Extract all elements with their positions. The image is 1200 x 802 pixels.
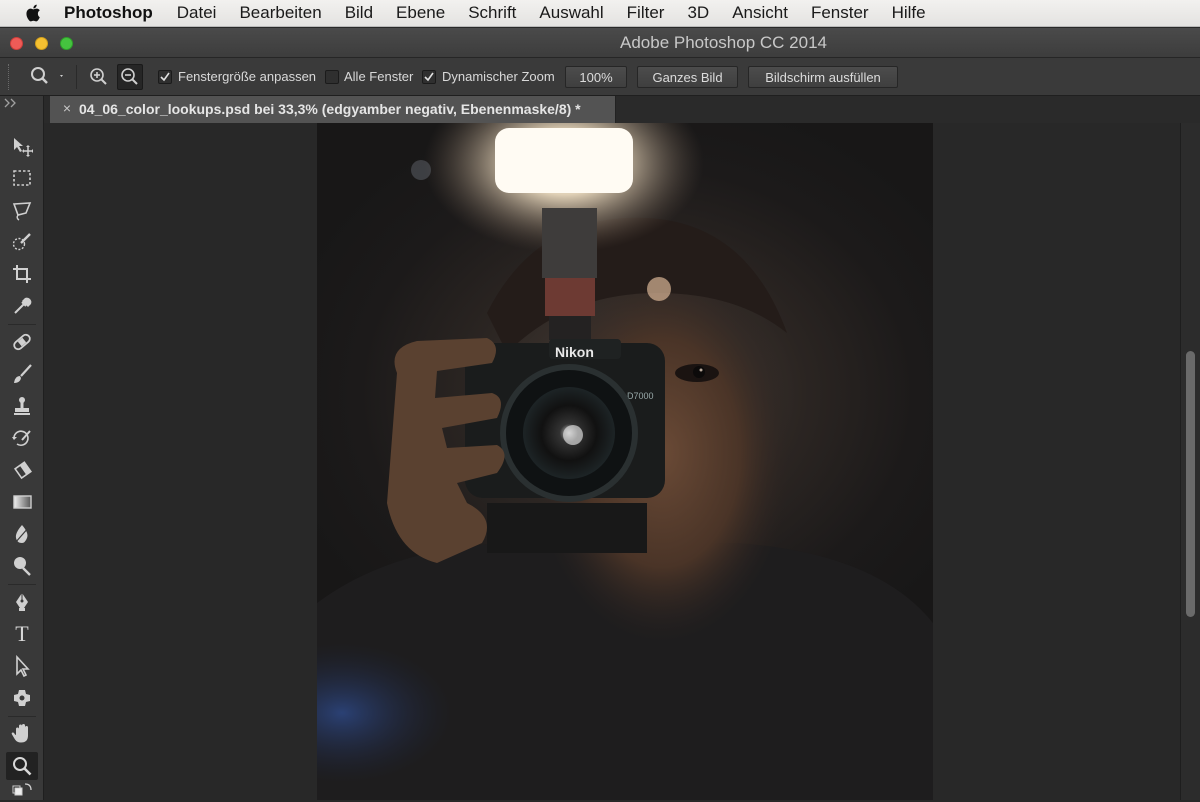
blur-tool-icon[interactable]	[6, 520, 38, 548]
type-tool-icon[interactable]: T	[6, 620, 38, 648]
vertical-scrollbar[interactable]	[1180, 123, 1200, 800]
menu-ansicht[interactable]: Ansicht	[732, 3, 788, 23]
document-tab-title: 04_06_color_lookups.psd bei 33,3% (edgya…	[79, 101, 581, 117]
menu-fenster[interactable]: Fenster	[811, 3, 869, 23]
zoom-100-button[interactable]: 100%	[565, 66, 627, 88]
panel-collapse-icon[interactable]	[4, 98, 18, 108]
menu-bild[interactable]: Bild	[345, 3, 373, 23]
marquee-tool-icon[interactable]	[6, 164, 38, 192]
fit-screen-button[interactable]: Ganzes Bild	[637, 66, 738, 88]
window-title: Adobe Photoshop CC 2014	[620, 33, 827, 52]
pen-tool-icon[interactable]	[6, 588, 38, 616]
zoom-out-button[interactable]	[117, 64, 143, 90]
camera-brand-text: Nikon	[555, 344, 594, 360]
scrollbar-thumb[interactable]	[1186, 351, 1195, 617]
scrubby-zoom-checkbox[interactable]	[422, 70, 436, 84]
tools-panel: T	[0, 96, 44, 800]
menu-bearbeiten[interactable]: Bearbeiten	[239, 3, 321, 23]
app-menu-photoshop[interactable]: Photoshop	[64, 3, 153, 23]
eyedropper-tool-icon[interactable]	[6, 292, 38, 320]
history-brush-tool-icon[interactable]	[6, 424, 38, 452]
window-title-bar: Adobe Photoshop CC 2014	[0, 28, 1200, 58]
window-close-button[interactable]	[10, 37, 23, 50]
tool-divider	[8, 324, 36, 325]
apple-menu-icon[interactable]	[24, 4, 42, 22]
path-selection-tool-icon[interactable]	[6, 652, 38, 680]
zoom-preset-icon	[31, 67, 63, 84]
scrubby-zoom-label: Dynamischer Zoom	[442, 69, 555, 84]
zoom-out-icon	[121, 68, 138, 85]
custom-shape-tool-icon[interactable]	[6, 684, 38, 712]
menu-schrift[interactable]: Schrift	[468, 3, 516, 23]
clone-stamp-tool-icon[interactable]	[6, 392, 38, 420]
close-tab-icon[interactable]: ×	[60, 101, 74, 115]
swap-colors-icon[interactable]	[6, 782, 38, 800]
document-tab-bar: × 04_06_color_lookups.psd bei 33,3% (edg…	[0, 96, 1200, 123]
document-tab[interactable]: × 04_06_color_lookups.psd bei 33,3% (edg…	[50, 96, 616, 123]
menu-auswahl[interactable]: Auswahl	[539, 3, 603, 23]
resize-windows-label: Fenstergröße anpassen	[178, 69, 317, 84]
quick-selection-tool-icon[interactable]	[6, 228, 38, 256]
dodge-tool-icon[interactable]	[6, 552, 38, 580]
eraser-tool-icon[interactable]	[6, 456, 38, 484]
healing-brush-tool-icon[interactable]	[6, 328, 38, 356]
menu-bar: Photoshop Datei Bearbeiten Bild Ebene Sc…	[0, 0, 1200, 27]
photo-illustration: Nikon D7000	[317, 123, 933, 800]
options-divider	[76, 65, 77, 89]
canvas-area[interactable]: Nikon D7000	[44, 123, 1180, 800]
menu-filter[interactable]: Filter	[627, 3, 665, 23]
lasso-tool-icon[interactable]	[6, 196, 38, 224]
window-minimize-button[interactable]	[35, 37, 48, 50]
zoom-tool-icon[interactable]	[6, 752, 38, 780]
type-tool-glyph: T	[15, 621, 29, 646]
camera-model-text: D7000	[627, 391, 654, 401]
all-windows-label: Alle Fenster	[344, 69, 414, 84]
brush-tool-icon[interactable]	[6, 360, 38, 388]
options-bar: Fenstergröße anpassen Alle Fenster Dynam…	[0, 58, 1200, 96]
menu-ebene[interactable]: Ebene	[396, 3, 445, 23]
tool-preset-picker[interactable]	[24, 63, 68, 89]
zoom-in-button[interactable]	[86, 64, 112, 90]
menu-hilfe[interactable]: Hilfe	[892, 3, 926, 23]
checkmark-icon	[160, 72, 170, 82]
menu-datei[interactable]: Datei	[177, 3, 217, 23]
window-zoom-button[interactable]	[60, 37, 73, 50]
tool-divider	[8, 716, 36, 717]
document-photo[interactable]: Nikon D7000	[317, 123, 933, 800]
gradient-tool-icon[interactable]	[6, 488, 38, 516]
options-bar-grip[interactable]	[8, 64, 13, 90]
all-windows-checkbox[interactable]	[325, 70, 339, 84]
zoom-in-icon	[90, 68, 107, 85]
crop-tool-icon[interactable]	[6, 260, 38, 288]
fill-screen-button[interactable]: Bildschirm ausfüllen	[748, 66, 898, 88]
resize-windows-checkbox[interactable]	[158, 70, 172, 84]
hand-tool-icon[interactable]	[6, 720, 38, 748]
move-tool-icon[interactable]	[6, 132, 38, 160]
menu-3d[interactable]: 3D	[687, 3, 709, 23]
tool-divider	[8, 584, 36, 585]
checkmark-icon	[424, 72, 434, 82]
